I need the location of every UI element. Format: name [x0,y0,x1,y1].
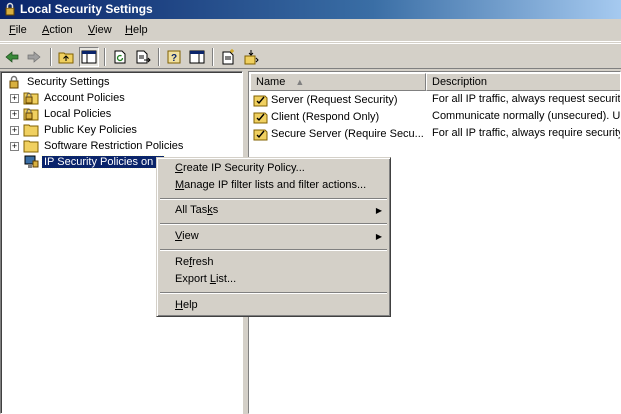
policy-icon [253,95,268,106]
menu-separator [160,249,387,251]
menu-help[interactable]: Help [125,24,148,36]
security-settings-icon [9,75,19,89]
folder-icon [23,140,39,153]
up-one-level-button[interactable] [56,47,76,67]
tree-item-local-policies[interactable]: + Local Policies [10,106,113,122]
help-icon: ? [167,50,181,64]
new-policy-button[interactable] [218,47,238,67]
list-item[interactable]: Server (Request Security) [253,91,398,108]
forward-arrow-icon [27,51,41,63]
menu-bar: File Action View Help [0,20,621,42]
svg-text:?: ? [171,53,177,64]
tree-item-ip-security-policies[interactable]: IP Security Policies on L [23,154,166,170]
list-item-description: For all IP traffic, always request secur… [432,93,621,105]
menu-item-view[interactable]: View ▶ [159,228,388,245]
column-header-label: Description [432,76,488,88]
show-hide-tree-button[interactable] [79,47,99,67]
context-menu: Create IP Security Policy... Manage IP f… [156,157,391,317]
sort-ascending-icon: ▲ [295,77,305,87]
menu-separator [160,198,387,200]
menu-item-manage-ip-filter-lists[interactable]: Manage IP filter lists and filter action… [159,177,388,194]
menu-item-help[interactable]: Help [159,297,388,314]
menu-file[interactable]: File [9,24,27,36]
policy-icon [253,129,268,140]
window-title: Local Security Settings [20,2,153,16]
column-header-name[interactable]: Name ▲ [250,73,426,91]
tree-item-label: Software Restriction Policies [44,140,184,152]
menu-separator [160,223,387,225]
refresh-icon [114,50,126,64]
new-policy-icon [222,49,234,65]
menu-separator [160,292,387,294]
folder-icon [23,124,39,137]
list-item[interactable]: Client (Respond Only) [253,108,379,125]
tree-root[interactable]: Security Settings [6,74,112,90]
menu-item-export-list[interactable]: Export List... [159,271,388,288]
tree-item-label: Account Policies [44,92,125,104]
tree-item-label: Local Policies [44,108,112,120]
column-header-label: Name [256,76,286,88]
back-arrow-icon [5,51,19,63]
locked-folder-icon [23,108,39,121]
assign-button[interactable] [241,47,261,67]
policy-icon [253,112,268,123]
locked-folder-icon [23,92,39,105]
menu-item-create-ip-security-policy[interactable]: Create IP Security Policy... [159,160,388,177]
expand-icon[interactable]: + [10,141,19,151]
list-item-name: Client (Respond Only) [271,110,380,123]
list-item-name: Secure Server (Require Secu... [271,127,424,140]
ip-security-policy-icon [24,155,39,168]
list-item-description: For all IP traffic, always require secur… [432,127,621,139]
export-list-button[interactable] [133,47,153,67]
tree-item-software-restriction-policies[interactable]: + Software Restriction Policies [10,138,185,154]
submenu-arrow-icon: ▶ [375,206,382,215]
show-hide-tree-icon [81,50,97,64]
tree-root-label: Security Settings [27,76,110,88]
column-header-description[interactable]: Description [426,73,620,91]
tree-item-account-policies[interactable]: + Account Policies [10,90,127,106]
back-button[interactable] [2,47,22,67]
security-settings-icon [5,2,15,16]
toolbar: ? [0,43,621,69]
title-bar: Local Security Settings [0,0,621,19]
help-button[interactable]: ? [164,47,184,67]
list-item[interactable]: Secure Server (Require Secu... [253,125,424,142]
properties-button[interactable] [187,47,207,67]
properties-icon [189,50,205,64]
export-list-icon [136,50,151,64]
menu-item-refresh[interactable]: Refresh [159,254,388,271]
expand-icon[interactable]: + [10,125,19,135]
refresh-button[interactable] [110,47,130,67]
assign-icon [244,50,259,65]
list-item-description: Communicate normally (unsecured). Us. [432,110,621,122]
submenu-arrow-icon: ▶ [375,232,382,241]
menu-item-all-tasks[interactable]: All Tasks ▶ [159,202,388,219]
expand-icon[interactable]: + [10,93,19,103]
tree-item-public-key-policies[interactable]: + Public Key Policies [10,122,139,138]
menu-view[interactable]: View [88,24,112,36]
menu-action[interactable]: Action [42,24,73,36]
expand-icon[interactable]: + [10,109,19,119]
up-folder-icon [58,52,74,64]
tree-item-label: IP Security Policies on L [40,155,166,169]
tree-item-label: Public Key Policies [44,124,137,136]
forward-button[interactable] [24,47,44,67]
list-item-name: Server (Request Security) [271,93,398,106]
